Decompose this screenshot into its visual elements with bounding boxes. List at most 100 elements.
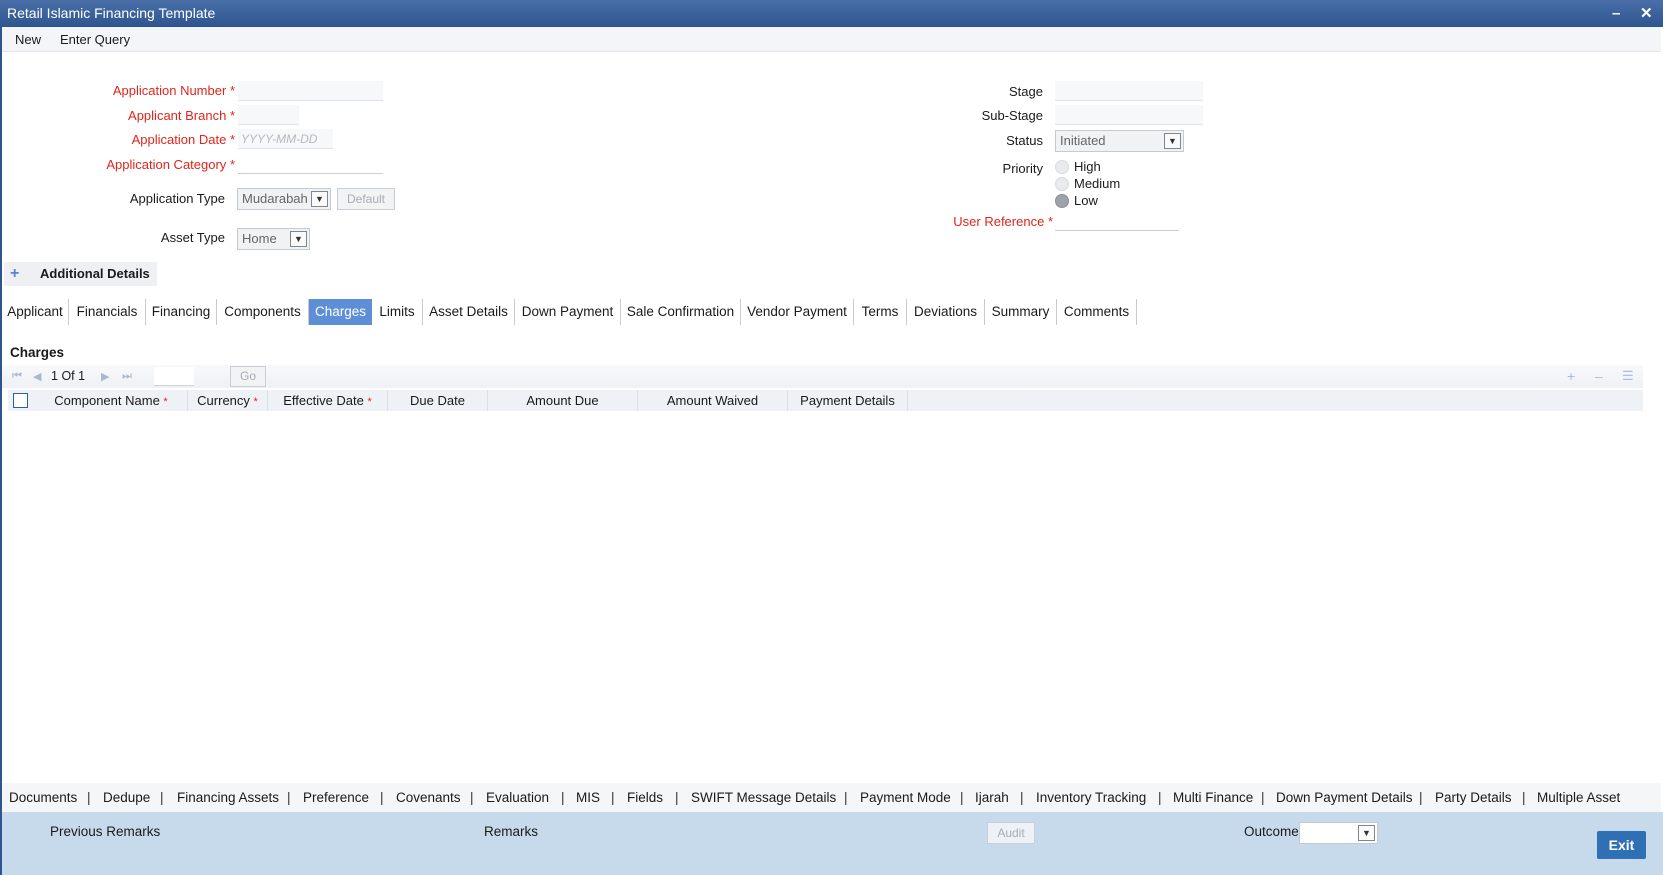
additional-details-toggle[interactable]: + Additional Details — [4, 262, 157, 286]
link-separator: | — [160, 790, 164, 805]
asset-type-value: Home — [242, 231, 277, 246]
application-number-label: Application Number * — [112, 83, 235, 98]
link-mis[interactable]: MIS — [576, 783, 600, 812]
link-separator: | — [87, 790, 91, 805]
application-category-field[interactable] — [238, 154, 383, 174]
window-frame — [0, 27, 2, 875]
priority-medium-label: Medium — [1074, 176, 1121, 191]
menu-new[interactable]: New — [15, 32, 41, 47]
priority-label: Priority — [1002, 161, 1043, 176]
stage-field[interactable] — [1055, 81, 1203, 101]
col-component-name: Component Name * — [35, 390, 188, 411]
tab-asset-details[interactable]: Asset Details — [423, 299, 515, 325]
sub-stage-field[interactable] — [1055, 105, 1203, 125]
add-row-icon[interactable]: + — [1567, 368, 1575, 384]
link-inventory-tracking[interactable]: Inventory Tracking — [1036, 783, 1146, 812]
link-separator: | — [287, 790, 291, 805]
user-reference-label: User Reference * — [953, 214, 1053, 229]
tab-vendor-payment[interactable]: Vendor Payment — [741, 299, 854, 325]
application-type-select[interactable]: Mudarabah ▼ — [237, 188, 331, 210]
link-party-details[interactable]: Party Details — [1435, 783, 1512, 812]
link-covenants[interactable]: Covenants — [396, 783, 461, 812]
link-swift-message-details[interactable]: SWIFT Message Details — [691, 783, 836, 812]
status-label: Status — [1006, 133, 1043, 148]
audit-button[interactable]: Audit — [987, 822, 1035, 844]
link-separator: | — [1261, 790, 1265, 805]
asset-type-select[interactable]: Home ▼ — [237, 228, 310, 250]
previous-page-icon[interactable]: ◀ — [33, 370, 41, 383]
chevron-down-icon: ▼ — [290, 231, 307, 247]
outcome-select[interactable]: ▼ — [1299, 822, 1378, 844]
link-separator: | — [1419, 790, 1423, 805]
tab-down-payment[interactable]: Down Payment — [515, 299, 621, 325]
tab-financing[interactable]: Financing — [146, 299, 217, 325]
priority-medium-radio[interactable] — [1055, 177, 1069, 191]
single-view-icon[interactable]: ☰ — [1622, 368, 1634, 384]
col-payment-details: Payment Details — [788, 390, 908, 411]
link-multi-finance[interactable]: Multi Finance — [1173, 783, 1253, 812]
go-button[interactable]: Go — [230, 366, 266, 387]
last-page-icon[interactable]: ⏭ — [122, 370, 132, 383]
col-effective-date: Effective Date * — [268, 390, 388, 411]
status-select[interactable]: Initiated ▼ — [1055, 130, 1184, 152]
tab-applicant[interactable]: Applicant — [2, 299, 69, 325]
delete-row-icon[interactable]: – — [1595, 368, 1603, 384]
bottom-link-bar: Documents | Dedupe | Financing Assets | … — [2, 783, 1661, 812]
link-separator: | — [380, 790, 384, 805]
close-icon[interactable]: ✕ — [1640, 0, 1653, 27]
priority-low-radio[interactable] — [1055, 194, 1069, 208]
menu-enter-query[interactable]: Enter Query — [60, 32, 130, 47]
tab-deviations[interactable]: Deviations — [907, 299, 985, 325]
first-page-icon[interactable]: ⏮ — [12, 370, 22, 383]
priority-high-radio[interactable] — [1055, 160, 1069, 174]
previous-remarks-label[interactable]: Previous Remarks — [50, 824, 160, 839]
page-number-input[interactable] — [154, 367, 194, 386]
link-separator: | — [675, 790, 679, 805]
window-title-bar: Retail Islamic Financing Template – ✕ — [0, 0, 1663, 27]
tab-charges[interactable]: Charges — [309, 299, 372, 325]
link-down-payment-details[interactable]: Down Payment Details — [1276, 783, 1413, 812]
link-separator: | — [611, 790, 615, 805]
col-due-date: Due Date — [388, 390, 488, 411]
tab-comments[interactable]: Comments — [1057, 299, 1137, 325]
link-fields[interactable]: Fields — [627, 783, 663, 812]
charges-section-title: Charges — [10, 345, 65, 360]
application-type-label: Application Type — [129, 191, 225, 206]
priority-low-label: Low — [1074, 193, 1098, 208]
exit-button[interactable]: Exit — [1597, 831, 1646, 859]
tab-components[interactable]: Components — [217, 299, 309, 325]
footer-bar: Previous Remarks Remarks Audit Outcome ▼ — [2, 812, 1663, 875]
link-separator: | — [960, 790, 964, 805]
link-multiple-asset[interactable]: Multiple Asset — [1537, 783, 1620, 812]
application-number-field[interactable] — [238, 81, 383, 101]
application-type-value: Mudarabah — [242, 191, 308, 206]
link-evaluation[interactable]: Evaluation — [486, 783, 549, 812]
default-button[interactable]: Default — [337, 188, 395, 210]
tab-terms[interactable]: Terms — [854, 299, 907, 325]
link-separator: | — [844, 790, 848, 805]
tab-summary[interactable]: Summary — [985, 299, 1057, 325]
col-amount-waived: Amount Waived — [638, 390, 788, 411]
remarks-label[interactable]: Remarks — [484, 824, 538, 839]
minimize-icon[interactable]: – — [1612, 0, 1620, 27]
application-date-field[interactable]: YYYY-MM-DD — [238, 129, 333, 149]
link-separator: | — [1158, 790, 1162, 805]
link-dedupe[interactable]: Dedupe — [103, 783, 150, 812]
select-all-checkbox[interactable] — [13, 393, 28, 408]
link-documents[interactable]: Documents — [9, 783, 77, 812]
tab-sale-confirmation[interactable]: Sale Confirmation — [621, 299, 741, 325]
outcome-label: Outcome — [1244, 824, 1299, 839]
user-reference-field[interactable] — [1055, 211, 1179, 231]
stage-label: Stage — [1009, 84, 1043, 99]
status-value: Initiated — [1060, 133, 1106, 148]
asset-type-label: Asset Type — [160, 230, 225, 245]
link-preference[interactable]: Preference — [303, 783, 369, 812]
charges-grid-header: Component Name * Currency * Effective Da… — [8, 390, 1643, 411]
tab-financials[interactable]: Financials — [69, 299, 146, 325]
link-ijarah[interactable]: Ijarah — [975, 783, 1009, 812]
link-payment-mode[interactable]: Payment Mode — [860, 783, 951, 812]
next-page-icon[interactable]: ▶ — [101, 370, 109, 383]
applicant-branch-field[interactable] — [238, 105, 299, 125]
tab-limits[interactable]: Limits — [372, 299, 423, 325]
link-financing-assets[interactable]: Financing Assets — [177, 783, 279, 812]
